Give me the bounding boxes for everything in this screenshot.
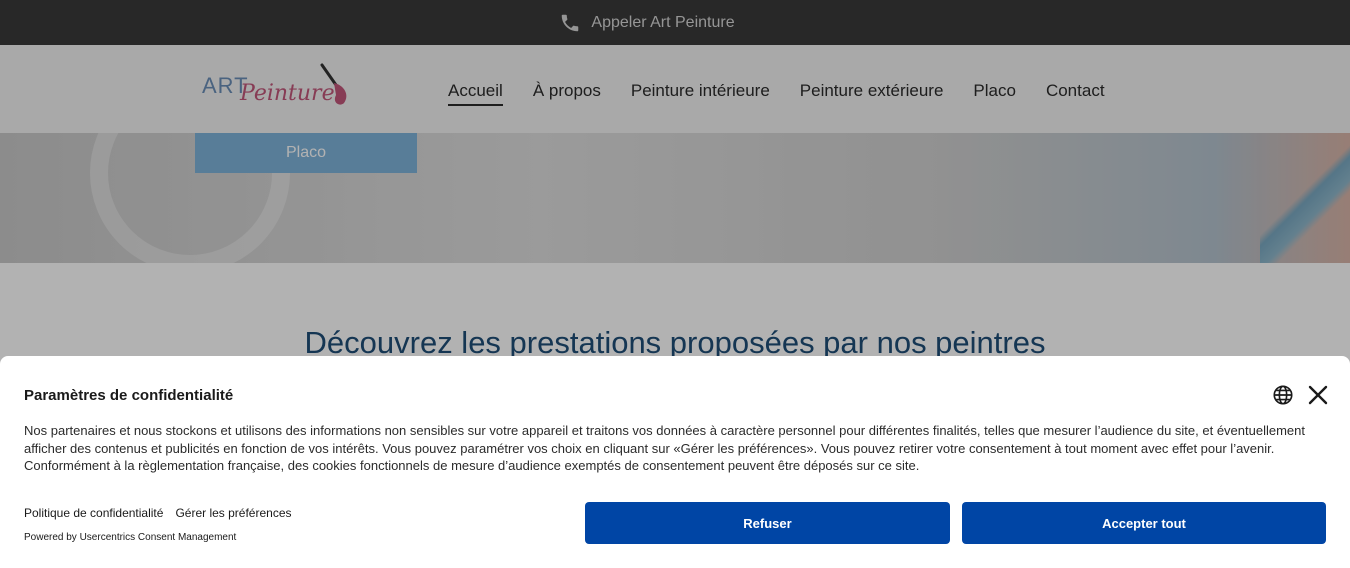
privacy-policy-link[interactable]: Politique de confidentialité bbox=[24, 506, 163, 520]
close-icon[interactable] bbox=[1308, 385, 1328, 405]
powered-by-text: Powered by Usercentrics Consent Manageme… bbox=[24, 532, 237, 543]
refuse-button[interactable]: Refuser bbox=[585, 502, 950, 544]
consent-controls bbox=[1272, 384, 1328, 406]
accept-all-button[interactable]: Accepter tout bbox=[962, 502, 1326, 544]
consent-description: Nos partenaires et nous stockons et util… bbox=[24, 423, 1305, 473]
consent-title: Paramètres de confidentialité bbox=[24, 387, 234, 404]
consent-links: Politique de confidentialité Gérer les p… bbox=[24, 506, 292, 520]
consent-banner: Paramètres de confidentialité Nos parten… bbox=[0, 356, 1350, 568]
manage-preferences-link[interactable]: Gérer les préférences bbox=[175, 506, 291, 520]
globe-icon[interactable] bbox=[1272, 384, 1294, 406]
